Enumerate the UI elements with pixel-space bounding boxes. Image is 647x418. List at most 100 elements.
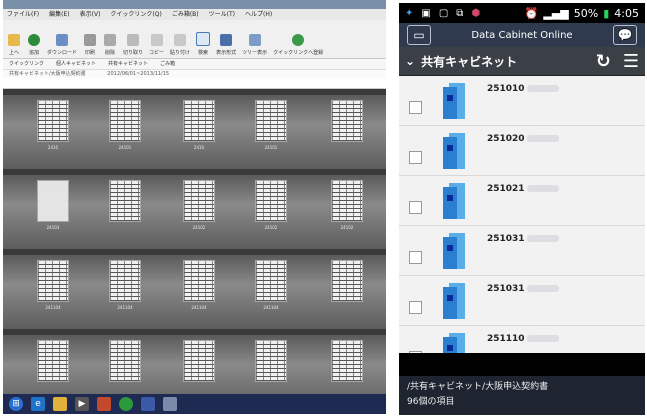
thumbnail[interactable]: 241104 (243, 260, 299, 316)
footer-path: /共有キャビネット/大阪申込契約書 (407, 382, 549, 392)
download-button[interactable]: ダウンロード (47, 34, 77, 56)
document-thumbnail (183, 340, 215, 382)
chat-button[interactable]: 💬 (612, 25, 637, 45)
desktop-path-bar: 共有キャビネット/大阪申込契約書 2012/06/01~2013/11/15 (3, 70, 386, 78)
quicklink-icon (292, 34, 305, 46)
thumbnail[interactable]: 2410 (25, 100, 81, 156)
thumbnail[interactable]: 24102 (171, 180, 227, 236)
thumbnail[interactable]: 241104 (171, 260, 227, 316)
search-button[interactable]: 検索 (196, 32, 211, 56)
item-checkbox[interactable] (409, 101, 422, 114)
thumbnail-caption: 24102 (192, 225, 206, 230)
list-item[interactable]: 251020 (399, 126, 645, 176)
menu-quicklink[interactable]: クイックリンク(Q) (110, 9, 161, 20)
delete-button[interactable]: 削除 (103, 34, 117, 56)
desktop-title-bar (3, 0, 386, 9)
thumbnail[interactable] (319, 100, 375, 156)
trash-link[interactable]: ごみ箱 (160, 59, 175, 69)
start-button-icon[interactable]: ⊞ (9, 397, 23, 411)
paste-button[interactable]: 貼り付け (170, 34, 190, 56)
document-thumbnail (37, 180, 69, 222)
thumbnail[interactable] (171, 340, 227, 396)
copy-button[interactable]: コピー (149, 34, 164, 56)
item-checkbox[interactable] (409, 351, 422, 353)
office-icon[interactable] (97, 397, 111, 411)
document-thumbnail (331, 340, 363, 382)
add-label: 追加 (28, 50, 39, 56)
internet-explorer-icon[interactable]: e (31, 397, 45, 411)
document-thumbnail (183, 180, 215, 222)
thumbnail[interactable]: 24102 (319, 180, 375, 236)
thumbnail-caption: 2410 (47, 145, 59, 150)
folder-title[interactable]: 共有キャビネット (421, 53, 517, 70)
clock: 4:05 (614, 6, 639, 20)
document-thumbnail (255, 260, 287, 302)
thumbnail-caption: 24103 (46, 225, 60, 230)
shield-icon: ⬢ (471, 7, 481, 19)
chevron-down-icon[interactable]: ⌄ (405, 54, 415, 68)
folder-up-icon (8, 34, 20, 46)
shared-cabinet-link[interactable]: 共有キャビネット (108, 59, 148, 69)
document-thumbnail (109, 100, 141, 142)
thumbnail[interactable]: 24102 (243, 180, 299, 236)
list-item[interactable]: 251010 (399, 76, 645, 126)
download-icon (56, 34, 68, 46)
thumbnail[interactable]: 241104 (97, 260, 153, 316)
item-checkbox[interactable] (409, 301, 422, 314)
app-icon[interactable] (141, 397, 155, 411)
desktop-column-header (3, 78, 386, 89)
cabinet-button[interactable]: ▭ (407, 25, 431, 45)
paste-icon (174, 34, 187, 46)
menu-icon[interactable]: ☰ (623, 51, 639, 72)
thumbnail[interactable]: 2410 (171, 100, 227, 156)
list-item[interactable]: 251110 (399, 326, 645, 353)
media-player-icon[interactable]: ▶ (75, 397, 89, 411)
item-checkbox[interactable] (409, 151, 422, 164)
list-item[interactable]: 251021 (399, 176, 645, 226)
menu-help[interactable]: ヘルプ(H) (245, 9, 272, 20)
item-checkbox[interactable] (409, 251, 422, 264)
chrome-icon[interactable] (119, 397, 133, 411)
list-item[interactable]: 251031 (399, 226, 645, 276)
menu-tools[interactable]: ツール(T) (209, 9, 235, 20)
print-button[interactable]: 印刷 (83, 34, 97, 56)
tree-view-button[interactable]: ツリー表示 (242, 34, 267, 56)
app-header: ▭ Data Cabinet Online 💬 (399, 23, 645, 47)
thumbnail-caption: 241104 (45, 305, 61, 310)
desktop-ribbon: 上へ 追加 ダウンロード 印刷 削除 切り取り コピー 貼り付け 検索 表示形式… (3, 20, 386, 59)
thumbnail[interactable] (243, 340, 299, 396)
thumbnail[interactable] (97, 340, 153, 396)
cut-button[interactable]: 切り取り (123, 34, 143, 56)
menu-view[interactable]: 表示(V) (80, 9, 101, 20)
quicklink-item[interactable]: クイックリンク (9, 59, 44, 69)
thumbnail[interactable] (97, 180, 153, 236)
app-icon[interactable] (163, 397, 177, 411)
add-button[interactable]: 追加 (27, 34, 41, 56)
thumbnail[interactable] (25, 340, 81, 396)
thumbnail[interactable]: 24101 (243, 100, 299, 156)
thumbnail-grid: 2410 24101 2410 24101 24103 24102 24102 … (3, 95, 386, 395)
thumbnail[interactable]: 24101 (97, 100, 153, 156)
thumbnail[interactable] (319, 260, 375, 316)
folder-icon (443, 283, 465, 319)
menu-trash[interactable]: ごみ箱(B) (172, 9, 199, 20)
folder-icon (443, 133, 465, 169)
refresh-icon[interactable]: ↻ (596, 51, 611, 72)
personal-cabinet-link[interactable]: 個人キャビネット (56, 59, 96, 69)
paste-label: 貼り付け (170, 50, 191, 56)
quicklink-register-button[interactable]: クイックリンクへ登録 (273, 34, 323, 56)
up-button[interactable]: 上へ (7, 34, 21, 56)
menu-edit[interactable]: 編集(E) (49, 9, 69, 20)
list-item[interactable]: 251031 (399, 276, 645, 326)
thumbnail[interactable] (319, 340, 375, 396)
thumbnail[interactable]: 24103 (25, 180, 81, 236)
menu-file[interactable]: ファイル(F) (7, 9, 39, 20)
thumbnail-caption: 24101 (264, 145, 278, 150)
battery-percent: 50% (573, 6, 599, 20)
view-mode-button[interactable]: 表示形式 (216, 34, 236, 56)
thumbnail[interactable]: 241104 (25, 260, 81, 316)
item-label: 251010 (487, 84, 559, 94)
thumbnail-caption: 241104 (117, 305, 133, 310)
item-checkbox[interactable] (409, 201, 422, 214)
explorer-icon[interactable] (53, 397, 67, 411)
